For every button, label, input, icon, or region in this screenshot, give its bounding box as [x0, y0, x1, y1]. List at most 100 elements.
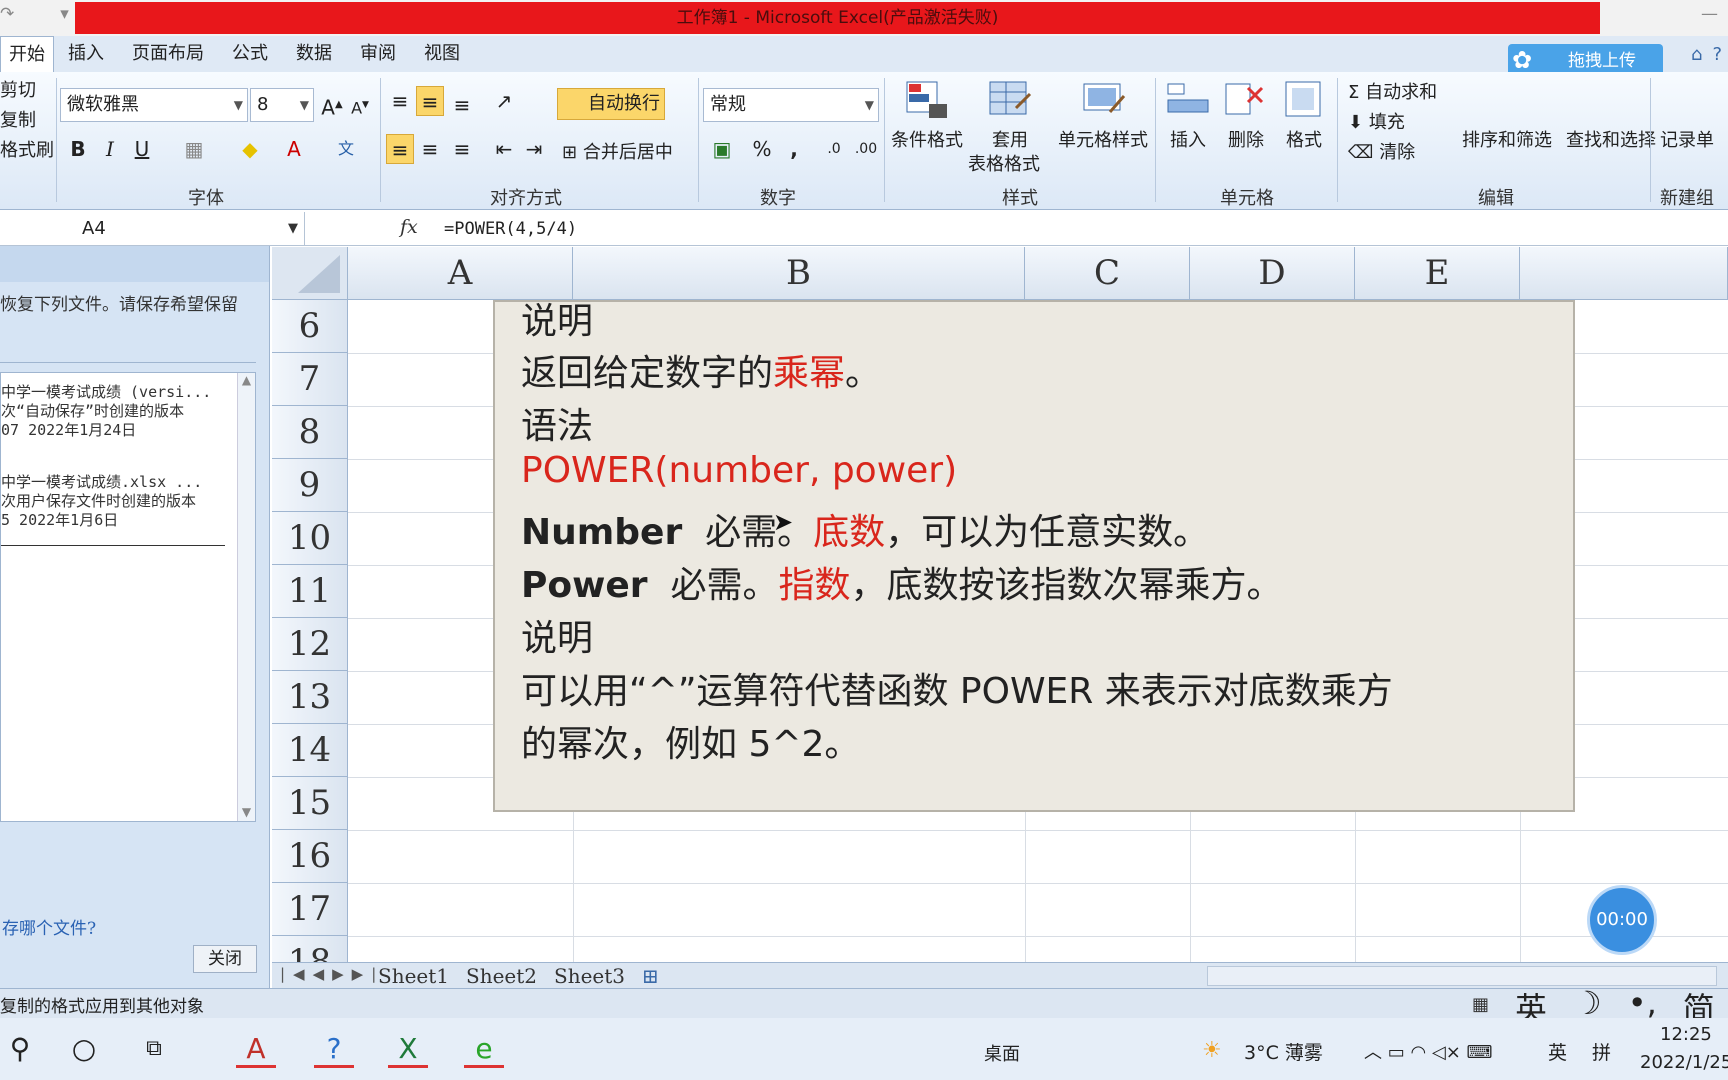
align-right-icon[interactable]: ≡	[448, 134, 476, 164]
font-size-combo[interactable]: 8 ▼	[250, 88, 314, 122]
align-middle-icon[interactable]: ≡	[416, 86, 444, 116]
select-all-corner[interactable]	[272, 247, 348, 300]
clock-time[interactable]: 12:25	[1660, 1024, 1712, 1045]
align-top-icon[interactable]: ≡	[386, 86, 414, 116]
close-button[interactable]: 关闭	[193, 945, 257, 973]
help-app-icon[interactable]: ?	[314, 1030, 354, 1068]
column-header-f[interactable]	[1520, 247, 1728, 300]
tab-page-layout[interactable]: 页面布局	[118, 36, 218, 72]
decrease-indent-icon[interactable]: ⇤	[490, 134, 518, 164]
row-header[interactable]: 17	[272, 883, 348, 936]
which-file-link[interactable]: 存哪个文件?	[2, 914, 96, 939]
format-cells-icon[interactable]	[1280, 78, 1328, 122]
row-header[interactable]: 14	[272, 724, 348, 777]
row-header[interactable]: 16	[272, 830, 348, 883]
format-button[interactable]: 格式	[1286, 126, 1322, 152]
comma-button[interactable]: ,	[780, 134, 808, 164]
shrink-font-icon[interactable]: A▼	[346, 90, 374, 120]
cell-styles-button[interactable]: 单元格样式	[1058, 126, 1148, 152]
pane-scrollbar[interactable]: ▲ ▼	[237, 373, 255, 821]
column-header-d[interactable]: D	[1190, 247, 1355, 300]
row-header[interactable]: 15	[272, 777, 348, 830]
font-name-combo[interactable]: 微软雅黑 ▼	[60, 88, 248, 122]
phonetic-icon[interactable]: 文	[332, 134, 360, 164]
desktop-toolbar[interactable]: 桌面	[984, 1040, 1020, 1066]
cortana-icon[interactable]: ○	[64, 1030, 104, 1068]
format-painter-button[interactable]: 格式刷	[0, 136, 54, 162]
sheet-tab-sheet3[interactable]: Sheet3	[554, 963, 625, 989]
tab-home[interactable]: 开始	[0, 36, 54, 72]
new-sheet-icon[interactable]: ⊞	[642, 963, 659, 989]
delete-cells-icon[interactable]	[1222, 78, 1270, 122]
insert-button[interactable]: 插入	[1170, 126, 1206, 152]
format-as-table-button[interactable]: 表格格式	[968, 150, 1040, 176]
cut-button[interactable]: 剪切	[0, 76, 36, 102]
align-bottom-icon[interactable]: ≡	[448, 90, 476, 120]
underline-button[interactable]: U	[128, 134, 156, 164]
recovery-file-item[interactable]: 中学一模考试成绩 (versi... 次“自动保存”时创建的版本 07 2022…	[1, 383, 211, 440]
borders-icon[interactable]: ▦	[180, 134, 208, 164]
row-header[interactable]: 7	[272, 353, 348, 406]
percent-button[interactable]: %	[748, 134, 776, 164]
tray-lang[interactable]: 英	[1548, 1038, 1567, 1065]
tray-icons[interactable]: ︿ ▭ ◠ ◁× ⌨	[1364, 1038, 1493, 1064]
align-left-icon[interactable]: ≡	[386, 134, 414, 164]
sheet-tab-sheet2[interactable]: Sheet2	[466, 963, 537, 989]
tab-review[interactable]: 审阅	[346, 36, 410, 72]
recording-timer[interactable]: 00:00	[1587, 885, 1657, 955]
tray-ime[interactable]: 拼	[1592, 1038, 1611, 1065]
row-header[interactable]: 10	[272, 512, 348, 565]
orientation-icon[interactable]: ↗	[490, 86, 518, 116]
number-format-combo[interactable]: 常规 ▼	[703, 88, 879, 122]
row-header[interactable]: 9	[272, 459, 348, 512]
minimize-ribbon-icon[interactable]: ⌂	[1691, 44, 1702, 65]
weather-text[interactable]: 3°C 薄雾	[1244, 1038, 1323, 1065]
conditional-format-icon[interactable]	[903, 78, 951, 122]
decrease-decimal-icon[interactable]: .00	[852, 134, 880, 164]
align-center-icon[interactable]: ≡	[416, 134, 444, 164]
copy-button[interactable]: 复制	[0, 106, 36, 132]
access-app-icon[interactable]: A	[236, 1030, 276, 1068]
scroll-up-icon[interactable]: ▲	[238, 373, 255, 387]
column-header-b[interactable]: B	[573, 247, 1025, 300]
row-header[interactable]: 12	[272, 618, 348, 671]
fill-button[interactable]: ⬇ 填充	[1348, 108, 1405, 134]
font-color-icon[interactable]: A	[280, 134, 308, 164]
task-view-icon[interactable]: ⧉	[134, 1030, 174, 1068]
clear-button[interactable]: ⌫ 清除	[1348, 138, 1415, 164]
autosum-button[interactable]: Σ 自动求和	[1348, 78, 1437, 104]
normal-view-icon[interactable]: ▦	[1472, 994, 1489, 1015]
minimize-icon[interactable]: —	[1701, 4, 1718, 24]
search-icon[interactable]: ⚲	[0, 1030, 40, 1068]
insert-cells-icon[interactable]	[1164, 78, 1212, 122]
formula-input[interactable]: =POWER(4,5/4)	[444, 212, 577, 246]
tab-view[interactable]: 视图	[410, 36, 474, 72]
row-header[interactable]: 13	[272, 671, 348, 724]
format-as-table-icon[interactable]	[986, 78, 1034, 122]
sheet-nav-icons[interactable]: |◀◀▶▶|	[280, 965, 384, 983]
grow-font-icon[interactable]: A▲	[318, 90, 346, 120]
increase-decimal-icon[interactable]: .0	[820, 134, 848, 164]
name-box[interactable]: A4 ▼	[0, 212, 305, 246]
conditional-format-button[interactable]: 条件格式	[891, 126, 963, 152]
scroll-down-icon[interactable]: ▼	[238, 805, 255, 819]
tab-insert[interactable]: 插入	[54, 36, 118, 72]
merge-center-button[interactable]: ⊞ 合并后居中	[562, 138, 673, 164]
row-header[interactable]: 11	[272, 565, 348, 618]
delete-button[interactable]: 删除	[1228, 126, 1264, 152]
fill-color-icon[interactable]: ◆	[236, 134, 264, 164]
row-header[interactable]: 8	[272, 406, 348, 459]
insert-function-icon[interactable]: fx	[400, 216, 418, 238]
record-form-button[interactable]: 记录单	[1660, 126, 1714, 152]
row-header[interactable]: 6	[272, 300, 348, 353]
clock-date[interactable]: 2022/1/25	[1640, 1052, 1728, 1073]
recovery-file-item[interactable]: 中学一模考试成绩.xlsx ... 次用户保存文件时创建的版本 5 2022年1…	[1, 473, 202, 530]
excel-app-icon[interactable]: X	[388, 1030, 428, 1068]
cell-styles-icon[interactable]	[1080, 78, 1128, 122]
italic-button[interactable]: I	[96, 134, 124, 164]
browser-app-icon[interactable]: e	[464, 1030, 504, 1068]
row-header[interactable]: 18	[272, 936, 348, 962]
horizontal-scrollbar[interactable]	[1207, 966, 1717, 986]
customize-qat-icon[interactable]: ▾	[60, 4, 69, 24]
column-header-c[interactable]: C	[1025, 247, 1190, 300]
